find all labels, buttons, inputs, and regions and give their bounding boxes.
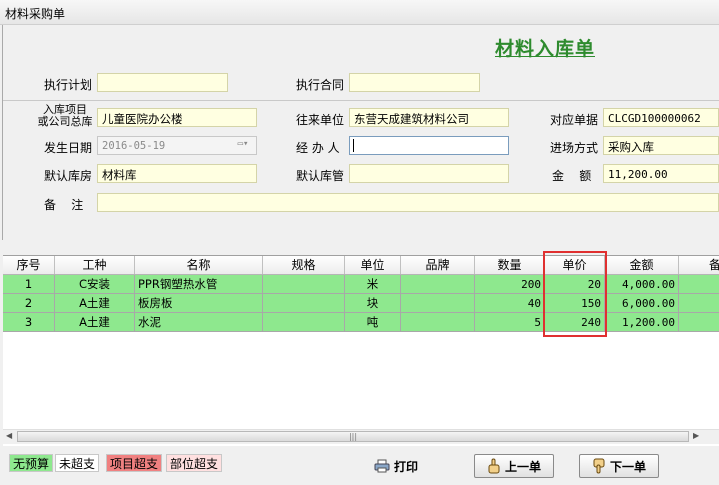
scroll-thumb[interactable]: ||| bbox=[17, 431, 689, 442]
col-header-qty[interactable]: 数量 bbox=[475, 256, 545, 274]
plan-label: 执行计划 bbox=[44, 78, 93, 92]
next-button[interactable]: 下一单 bbox=[579, 454, 659, 478]
warehouse-field[interactable]: 材料库 bbox=[97, 164, 257, 183]
print-button-label: 打印 bbox=[393, 459, 418, 474]
cell-qty[interactable]: 40 bbox=[475, 294, 545, 313]
table-row[interactable]: 3 A土建 水泥吨 5 240 1,200.00 bbox=[3, 313, 719, 332]
col-header-brand[interactable]: 品牌 bbox=[401, 256, 475, 274]
cell-remark[interactable] bbox=[679, 313, 719, 332]
cell-amount[interactable]: 1,200.00 bbox=[605, 313, 679, 332]
keeper-field[interactable] bbox=[349, 164, 509, 183]
project-label-line2: 或公司总库 bbox=[37, 115, 93, 128]
cell-unit[interactable]: 米 bbox=[345, 275, 401, 294]
hand-up-icon bbox=[488, 458, 500, 474]
cell-remark[interactable] bbox=[679, 275, 719, 294]
col-header-amount[interactable]: 金额 bbox=[605, 256, 679, 274]
date-value: 2016-05-19 bbox=[102, 140, 166, 152]
cell-qty[interactable]: 200 bbox=[475, 275, 545, 294]
cell-trade[interactable]: C安装 bbox=[55, 275, 135, 294]
cell-name[interactable]: 板房板 bbox=[135, 294, 263, 313]
printer-icon bbox=[374, 459, 390, 473]
warehouse-label: 默认库房 bbox=[44, 169, 93, 183]
cell-name[interactable]: 水泥 bbox=[135, 313, 263, 332]
legend-dept-over: 部位超支 bbox=[166, 454, 223, 472]
remark-field[interactable] bbox=[97, 193, 719, 212]
cell-brand[interactable] bbox=[401, 275, 475, 294]
table-hscrollbar[interactable]: ◀ ||| ▶ bbox=[3, 429, 719, 444]
cell-seq[interactable]: 3 bbox=[3, 313, 55, 332]
project-label: 入库项目 或公司总库 bbox=[34, 104, 96, 128]
ref-doc-label: 对应单据 bbox=[550, 113, 599, 127]
legend-project-over: 项目超支 bbox=[106, 454, 163, 472]
handler-field[interactable] bbox=[349, 136, 509, 155]
col-header-name[interactable]: 名称 bbox=[135, 256, 263, 274]
scroll-right-icon[interactable]: ▶ bbox=[693, 431, 699, 440]
col-header-trade[interactable]: 工种 bbox=[55, 256, 135, 274]
handler-label: 经 办 人 bbox=[296, 141, 340, 155]
col-header-spec[interactable]: 规格 bbox=[263, 256, 345, 274]
cell-unit[interactable]: 块 bbox=[345, 294, 401, 313]
cell-amount[interactable]: 6,000.00 bbox=[605, 294, 679, 313]
contract-label: 执行合同 bbox=[296, 78, 345, 92]
table-row[interactable]: 1 C安装 PPR钢塑热水管米 200 20 4,000.00 bbox=[3, 275, 719, 294]
project-field[interactable]: 儿童医院办公楼 bbox=[97, 108, 257, 127]
cell-qty[interactable]: 5 bbox=[475, 313, 545, 332]
col-header-remark[interactable]: 备 bbox=[679, 256, 719, 274]
prev-button-label: 上一单 bbox=[504, 459, 541, 474]
amount-label: 金 额 bbox=[552, 169, 592, 183]
cell-amount[interactable]: 4,000.00 bbox=[605, 275, 679, 294]
scroll-left-icon[interactable]: ◀ bbox=[6, 431, 12, 440]
items-table[interactable]: 序号 工种 名称 规格 单位 品牌 数量 单价 金额 备 1C安装PPR钢塑热水… bbox=[3, 255, 719, 446]
cell-brand[interactable] bbox=[401, 313, 475, 332]
col-header-seq[interactable]: 序号 bbox=[3, 256, 55, 274]
contract-field[interactable] bbox=[349, 73, 480, 92]
keeper-label: 默认库管 bbox=[296, 169, 345, 183]
date-label: 发生日期 bbox=[44, 141, 93, 155]
cell-unit[interactable]: 吨 bbox=[345, 313, 401, 332]
print-button[interactable]: 打印 bbox=[366, 454, 426, 478]
cell-spec[interactable] bbox=[263, 313, 345, 332]
cell-brand[interactable] bbox=[401, 294, 475, 313]
ref-doc-field[interactable]: CLCGD100000062 bbox=[603, 108, 719, 127]
cell-remark[interactable] bbox=[679, 294, 719, 313]
window-titlebar: 材料采购单 bbox=[0, 0, 719, 25]
remark-label: 备 注 bbox=[44, 198, 84, 212]
cell-name[interactable]: PPR钢塑热水管 bbox=[135, 275, 263, 294]
supplier-label: 往来单位 bbox=[296, 113, 345, 127]
window-title: 材料采购单 bbox=[5, 7, 66, 21]
amount-field[interactable]: 11,200.00 bbox=[603, 164, 719, 183]
cell-trade[interactable]: A土建 bbox=[55, 313, 135, 332]
cell-seq[interactable]: 2 bbox=[3, 294, 55, 313]
cell-seq[interactable]: 1 bbox=[3, 275, 55, 294]
method-label: 进场方式 bbox=[550, 141, 599, 155]
table-header: 序号 工种 名称 规格 单位 品牌 数量 单价 金额 备 bbox=[3, 256, 719, 275]
prev-button[interactable]: 上一单 bbox=[474, 454, 554, 478]
cell-trade[interactable]: A土建 bbox=[55, 294, 135, 313]
cell-spec[interactable] bbox=[263, 294, 345, 313]
date-field[interactable]: 2016-05-19 ▭▾ bbox=[97, 136, 257, 155]
supplier-field[interactable]: 东营天成建筑材料公司 bbox=[349, 108, 509, 127]
cell-spec[interactable] bbox=[263, 275, 345, 294]
method-field[interactable]: 采购入库 bbox=[603, 136, 719, 155]
text-caret bbox=[353, 139, 354, 152]
section-divider bbox=[3, 100, 719, 101]
price-column-highlight bbox=[543, 251, 607, 337]
legend-not-over: 未超支 bbox=[55, 454, 100, 472]
calendar-dropdown-icon[interactable]: ▭▾ bbox=[232, 139, 254, 152]
col-header-unit[interactable]: 单位 bbox=[345, 256, 401, 274]
form-title: 材料入库单 bbox=[494, 38, 595, 60]
next-button-label: 下一单 bbox=[609, 459, 646, 474]
legend-no-budget: 无预算 bbox=[9, 454, 54, 472]
plan-field[interactable] bbox=[97, 73, 228, 92]
hand-down-icon bbox=[593, 458, 605, 474]
table-row[interactable]: 2 A土建 板房板块 40 150 6,000.00 bbox=[3, 294, 719, 313]
